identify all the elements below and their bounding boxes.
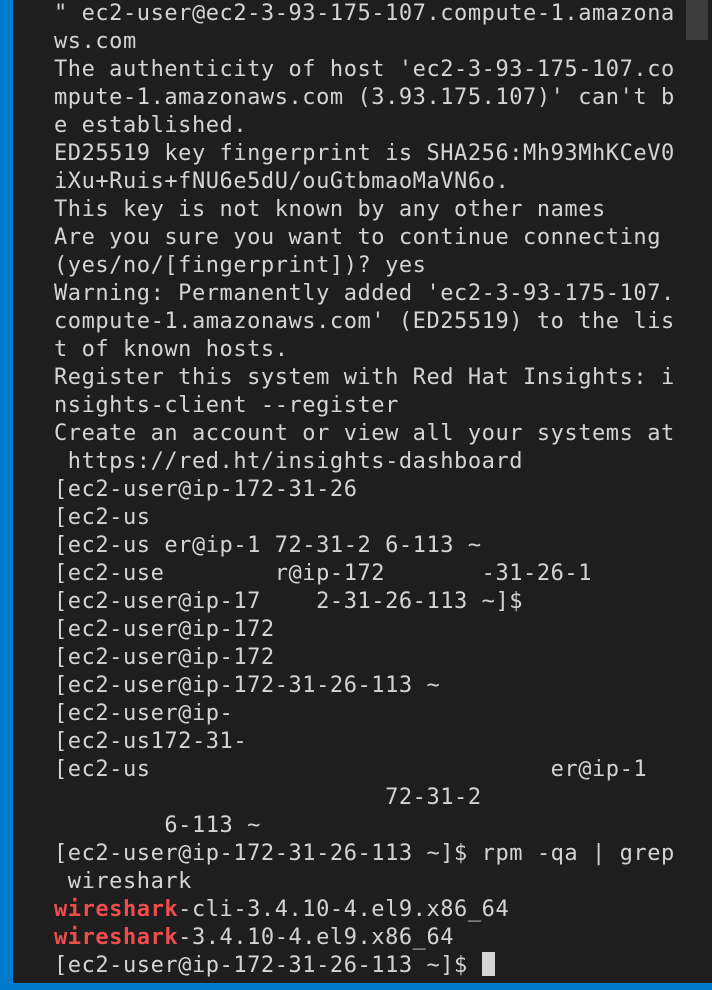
- grep-match-highlight: wireshark: [54, 897, 179, 922]
- terminal-line: iXu+Ruis+fNU6e5dU/ouGtbmaoMaVN6o.: [54, 169, 510, 194]
- terminal-line: e established.: [54, 113, 248, 138]
- terminal-line: [ec2-user@ip-172: [54, 617, 275, 642]
- terminal-line: https://red.ht/insights-dashboard: [54, 449, 524, 474]
- terminal-line: [ec2-user@ip-172: [54, 645, 275, 670]
- status-border-bottom: [0, 983, 712, 990]
- terminal-line: mpute-1.amazonaws.com (3.93.175.107)' ca…: [54, 85, 675, 110]
- terminal-line: ws.com: [54, 29, 137, 54]
- terminal-line: Warning: Permanently added 'ec2-3-93-175…: [54, 281, 675, 306]
- terminal-line: ED25519 key fingerprint is SHA256:Mh93Mh…: [54, 141, 675, 166]
- terminal-line: (yes/no/[fingerprint])? yes: [54, 253, 427, 278]
- terminal-line: 72-31-2: [54, 785, 482, 810]
- terminal-line: Are you sure you want to continue connec…: [54, 225, 661, 250]
- package-version-text: -3.4.10-4.el9.x86_64: [178, 925, 455, 950]
- terminal-window[interactable]: " ec2-user@ec2-3-93-175-107.compute-1.am…: [0, 0, 712, 990]
- terminal-line: [ec2-use r@ip-172 -31-26-1: [54, 561, 593, 586]
- terminal-line: nsights-client --register: [54, 393, 399, 418]
- terminal-line: The authenticity of host 'ec2-3-93-175-1…: [54, 57, 675, 82]
- terminal-line: t of known hosts.: [54, 337, 289, 362]
- terminal-line: [ec2-us172-31-: [54, 729, 248, 754]
- terminal-line: [ec2-us: [54, 505, 151, 530]
- terminal-line: compute-1.amazonaws.com' (ED25519) to th…: [54, 309, 675, 334]
- scrollbar-thumb[interactable]: [686, 0, 708, 40]
- package-version-text: -cli-3.4.10-4.el9.x86_64: [178, 897, 510, 922]
- grep-result-line: wireshark-3.4.10-4.el9.x86_64: [54, 924, 454, 952]
- terminal-line: [ec2-user@ip-17 2-31-26-113 ~]$: [54, 589, 524, 614]
- focus-border-left: [0, 0, 13, 990]
- grep-match-highlight: wireshark: [54, 925, 179, 950]
- terminal-line: [ec2-user@ip-172-31-26: [54, 477, 358, 502]
- terminal-line: Register this system with Red Hat Insigh…: [54, 365, 675, 390]
- terminal-line: wireshark: [54, 869, 192, 894]
- shell-prompt-line[interactable]: [ec2-user@ip-172-31-26-113 ~]$: [54, 952, 495, 980]
- scrollbar[interactable]: [686, 0, 712, 983]
- terminal-line: " ec2-user@ec2-3-93-175-107.compute-1.am…: [54, 1, 675, 26]
- terminal-line: 6-113 ~: [54, 813, 261, 838]
- terminal-line: [ec2-us er@ip-1 72-31-2 6-113 ~: [54, 533, 482, 558]
- terminal-line: [ec2-user@ip-172-31-26-113 ~]$ rpm -qa |…: [54, 841, 675, 866]
- grep-result-line: wireshark-cli-3.4.10-4.el9.x86_64: [54, 896, 509, 924]
- terminal-line: [ec2-user@ip-172-31-26-113 ~: [54, 673, 441, 698]
- terminal-line: This key is not known by any other names: [54, 197, 606, 222]
- terminal-line: [ec2-user@ip-: [54, 701, 234, 726]
- terminal-line: [ec2-us er@ip-1: [54, 757, 648, 782]
- terminal-line: Create an account or view all your syste…: [54, 421, 675, 446]
- text-cursor: [481, 952, 495, 976]
- shell-prompt: [ec2-user@ip-172-31-26-113 ~]$: [54, 953, 482, 978]
